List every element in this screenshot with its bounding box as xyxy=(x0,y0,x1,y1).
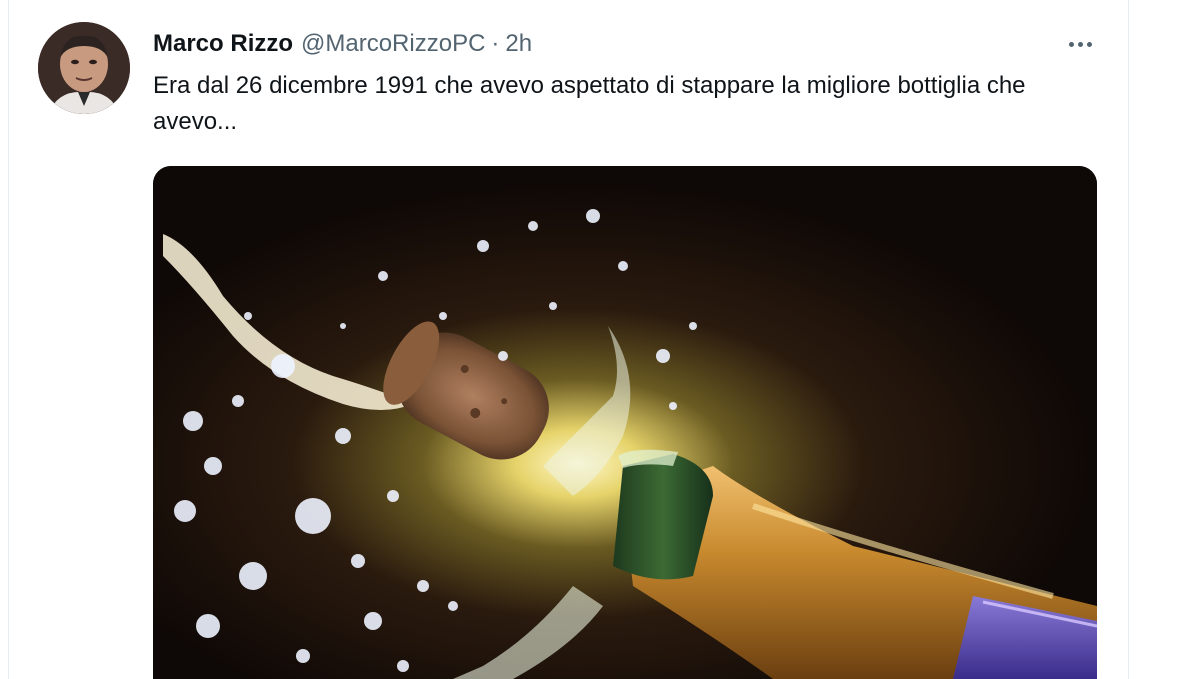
avatar[interactable] xyxy=(38,22,130,114)
tweet-media[interactable] xyxy=(153,166,1097,679)
tweet-header: Marco Rizzo @MarcoRizzoPC · 2h xyxy=(153,27,532,61)
tweet[interactable]: Marco Rizzo @MarcoRizzoPC · 2h Era dal 2… xyxy=(0,0,1200,679)
author-handle[interactable]: @MarcoRizzoPC xyxy=(301,30,485,58)
more-dot xyxy=(1068,41,1074,47)
more-horizontal-icon[interactable] xyxy=(1058,28,1102,60)
avatar-photo xyxy=(38,22,130,114)
more-dot xyxy=(1077,41,1083,47)
timestamp[interactable]: 2h xyxy=(505,30,532,58)
author-name[interactable]: Marco Rizzo xyxy=(153,30,293,58)
separator-dot: · xyxy=(491,30,500,57)
more-dot xyxy=(1086,41,1092,47)
tweet-text: Era dal 26 dicembre 1991 che avevo aspet… xyxy=(153,72,1026,135)
champagne-image xyxy=(153,166,1097,679)
